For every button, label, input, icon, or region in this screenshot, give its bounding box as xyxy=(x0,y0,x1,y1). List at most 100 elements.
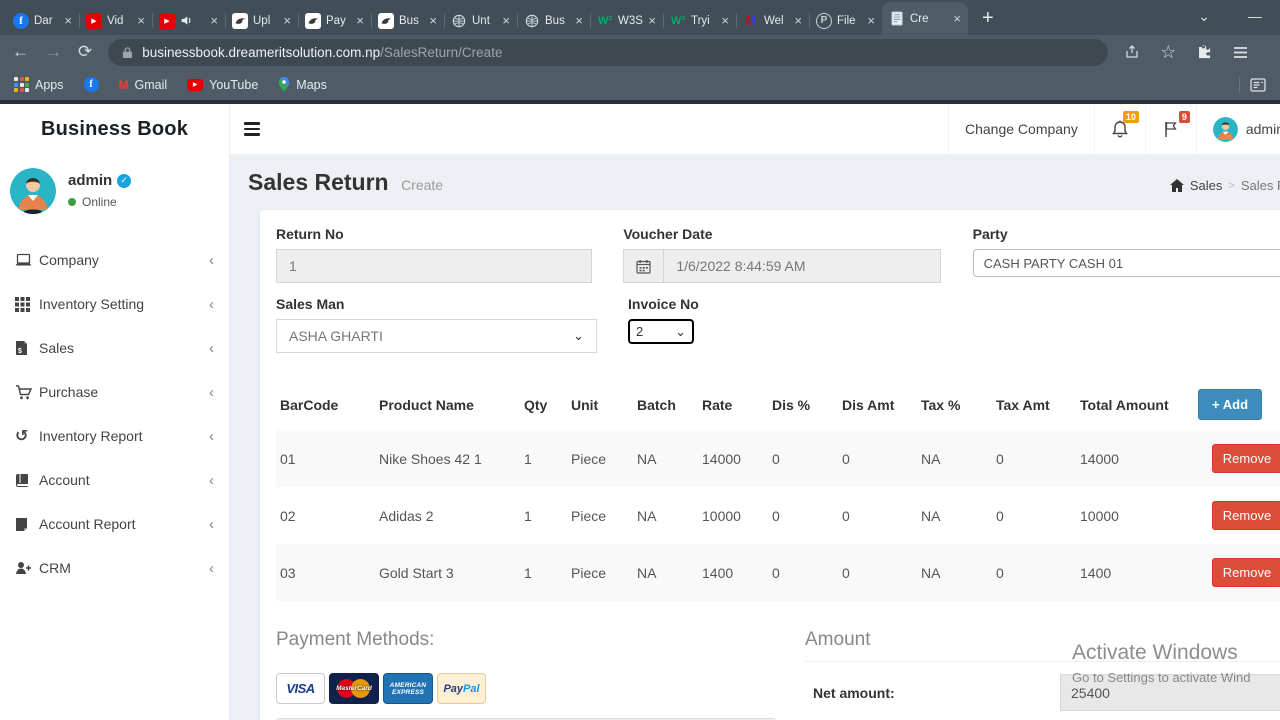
browser-tab[interactable]: Bus × xyxy=(371,6,444,35)
remove-item-button[interactable]: Remove xyxy=(1211,444,1280,473)
new-tab-button[interactable]: + xyxy=(982,7,994,30)
document-favicon xyxy=(889,11,905,27)
bookmark-maps[interactable]: Maps xyxy=(278,77,327,92)
browser-tab[interactable]: Pay × xyxy=(298,6,371,35)
sidebar: admin ✓ Online Company ‹ Inventory Settin… xyxy=(0,154,230,720)
messages-button[interactable]: 9 xyxy=(1144,104,1196,154)
table-row: 03 Gold Start 3 1 Piece NA 1400 0 0 NA 0… xyxy=(276,544,1280,601)
party-select[interactable]: CASH PARTY CASH 01 xyxy=(972,249,1280,277)
sidebar-item-purchase[interactable]: Purchase ‹ xyxy=(0,370,229,414)
address-bar[interactable]: businessbook.dreameritsolution.com.np/Sa… xyxy=(108,38,1109,66)
add-item-button[interactable]: + Add xyxy=(1198,389,1263,420)
sidebar-item-account[interactable]: Account ‹ xyxy=(0,458,229,502)
tab-search-chevron-icon[interactable]: ⌄ xyxy=(1198,8,1210,25)
tab-audio-icon[interactable] xyxy=(180,14,193,27)
browser-tab[interactable]: Unt × xyxy=(444,6,517,35)
items-table: BarCode Product Name Qty Unit Batch Rate… xyxy=(276,379,1280,601)
browser-menu-icon[interactable] xyxy=(1233,46,1248,59)
tab-close-icon[interactable]: × xyxy=(648,13,656,28)
table-row: 01 Nike Shoes 42 1 1 Piece NA 14000 0 0 … xyxy=(276,430,1280,487)
bookmark-facebook[interactable]: f xyxy=(83,77,99,92)
calendar-icon xyxy=(623,249,664,283)
bookmark-star-icon[interactable]: ☆ xyxy=(1160,42,1176,63)
col-barcode: BarCode xyxy=(280,396,339,413)
sidebar-toggle-button[interactable] xyxy=(230,104,274,154)
browser-tab[interactable]: P File × xyxy=(809,6,882,35)
browser-tab[interactable]: W³ W3S × xyxy=(590,6,663,35)
tab-close-icon[interactable]: × xyxy=(721,13,729,28)
sidebar-username: admin xyxy=(68,172,113,189)
chevron-left-icon: ‹ xyxy=(209,295,214,313)
user-avatar[interactable] xyxy=(10,168,56,214)
browser-tab[interactable]: Upl × xyxy=(225,6,298,35)
user-plus-icon xyxy=(15,561,39,575)
tab-close-icon[interactable]: × xyxy=(502,13,510,28)
sidebar-user-panel: admin ✓ Online xyxy=(0,154,229,224)
sidebar-item-inventory-setting[interactable]: Inventory Setting ‹ xyxy=(0,282,229,326)
lock-icon xyxy=(122,46,133,59)
sidebar-item-crm[interactable]: CRM ‹ xyxy=(0,546,229,590)
browser-tab[interactable]: ▶ Vid × xyxy=(79,6,152,35)
browser-tab[interactable]: Bus × xyxy=(517,6,590,35)
notifications-button[interactable]: 10 xyxy=(1093,104,1145,154)
table-row: 02 Adidas 2 1 Piece NA 10000 0 0 NA 0 10… xyxy=(276,487,1280,544)
url-host: businessbook.dreameritsolution.com.np xyxy=(142,44,381,60)
bookmark-gmail[interactable]: M Gmail xyxy=(119,78,168,92)
browser-tab[interactable]: W³ Tryi × xyxy=(663,6,736,35)
bird-favicon xyxy=(305,12,321,29)
invoice-no-select[interactable]: 2 ⌄ xyxy=(628,319,694,344)
remove-item-button[interactable]: Remove xyxy=(1211,501,1280,530)
tab-close-icon[interactable]: × xyxy=(210,13,218,28)
tab-close-icon[interactable]: × xyxy=(575,13,583,28)
browser-tab-active[interactable]: Cre × xyxy=(882,2,968,35)
tab-close-icon[interactable]: × xyxy=(953,11,961,26)
amount-heading: Amount xyxy=(805,629,871,650)
sidebar-item-company[interactable]: Company ‹ xyxy=(0,238,229,282)
voucher-date-input xyxy=(663,249,941,283)
col-rate: Rate xyxy=(702,396,733,413)
tab-close-icon[interactable]: × xyxy=(356,13,364,28)
net-amount-input xyxy=(1060,674,1280,711)
tab-close-icon[interactable]: × xyxy=(867,13,875,28)
w3schools-favicon: W³ xyxy=(670,14,686,27)
sales-man-select[interactable]: ASHA GHARTI ⌄ xyxy=(276,319,597,353)
breadcrumb: Sales > Sales Return xyxy=(1169,178,1280,193)
reading-list-icon[interactable] xyxy=(1250,77,1266,92)
remove-item-button[interactable]: Remove xyxy=(1211,558,1280,587)
net-amount-label: Net amount: xyxy=(813,684,895,701)
chevron-left-icon: ‹ xyxy=(209,515,214,533)
plus-icon: + xyxy=(1212,397,1220,412)
chevron-down-icon: ⌄ xyxy=(573,328,584,343)
forward-button[interactable]: → xyxy=(45,42,62,62)
bookmark-apps[interactable]: Apps xyxy=(14,77,64,92)
tab-close-icon[interactable]: × xyxy=(429,13,437,28)
browser-tab[interactable]: M Wel × xyxy=(736,6,809,35)
tab-close-icon[interactable]: × xyxy=(283,13,291,28)
breadcrumb-sales[interactable]: Sales xyxy=(1190,178,1223,193)
sales-man-label: Sales Man xyxy=(276,296,345,312)
bookmark-youtube[interactable]: ▶ YouTube xyxy=(187,78,258,92)
reload-button[interactable]: ⟳ xyxy=(78,42,92,62)
browser-tab[interactable]: ▶ × xyxy=(152,6,225,35)
app-logo[interactable]: Business Book xyxy=(0,104,230,154)
col-total-amount: Total Amount xyxy=(1080,396,1169,413)
col-dis-amt: Dis Amt xyxy=(842,396,895,413)
browser-tab[interactable]: f Dar × xyxy=(6,6,79,35)
tab-close-icon[interactable]: × xyxy=(794,13,802,28)
change-company-button[interactable]: Change Company xyxy=(948,104,1094,154)
invoice-no-label: Invoice No xyxy=(628,296,699,312)
sidebar-item-inventory-report[interactable]: ↺ Inventory Report ‹ xyxy=(0,414,229,458)
tab-close-icon[interactable]: × xyxy=(137,13,145,28)
extensions-icon[interactable] xyxy=(1196,44,1213,61)
sidebar-item-sales[interactable]: $ Sales ‹ xyxy=(0,326,229,370)
share-icon[interactable] xyxy=(1124,44,1140,60)
party-label: Party xyxy=(972,226,1008,242)
verified-badge-icon: ✓ xyxy=(117,173,132,188)
maps-pin-icon xyxy=(278,77,290,92)
sidebar-item-account-report[interactable]: Account Report ‹ xyxy=(0,502,229,546)
window-minimize-button[interactable]: — xyxy=(1248,8,1262,25)
user-menu[interactable]: admin xyxy=(1195,104,1280,154)
tab-close-icon[interactable]: × xyxy=(64,13,72,28)
chevron-left-icon: ‹ xyxy=(209,471,214,489)
back-button[interactable]: ← xyxy=(12,42,29,62)
